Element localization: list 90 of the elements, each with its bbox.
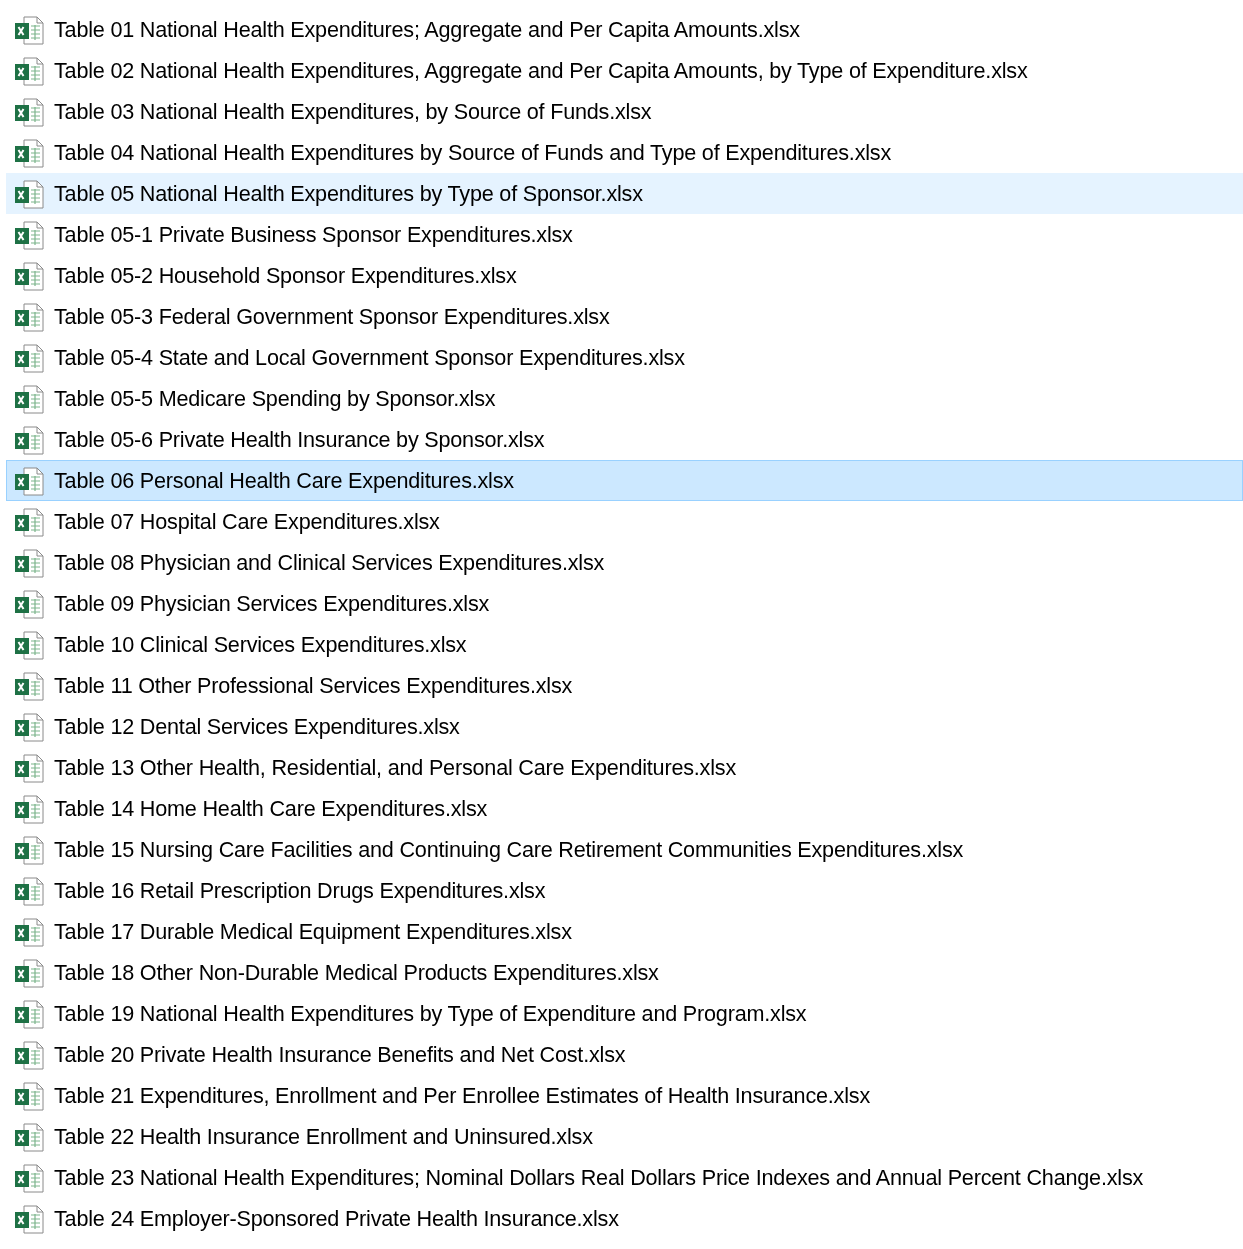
file-name: Table 05-1 Private Business Sponsor Expenditures.xlsx	[54, 221, 573, 248]
spreadsheet-file-icon	[13, 341, 45, 374]
spreadsheet-file-icon	[13, 1161, 45, 1194]
file-name: Table 24 Employer-Sponsored Private Health Insurance.xlsx	[54, 1205, 619, 1232]
file-row[interactable]: Table 05-3 Federal Government Sponsor Expenditures.xlsx	[6, 296, 1243, 337]
spreadsheet-file-icon	[13, 1202, 45, 1235]
spreadsheet-file-icon	[13, 95, 45, 128]
spreadsheet-file-icon	[13, 751, 45, 784]
file-name: Table 19 National Health Expenditures by Type of Expenditure and Program.xlsx	[54, 1000, 807, 1027]
file-row[interactable]: Table 19 National Health Expenditures by Type of Expenditure and Program.xlsx	[6, 993, 1243, 1034]
spreadsheet-file-icon	[13, 505, 45, 538]
file-name: Table 21 Expenditures, Enrollment and Per Enrollee Estimates of Health Insurance.xlsx	[54, 1082, 870, 1109]
file-row[interactable]: Table 22 Health Insurance Enrollment and Uninsured.xlsx	[6, 1116, 1243, 1157]
file-name: Table 05-3 Federal Government Sponsor Expenditures.xlsx	[54, 303, 610, 330]
file-row[interactable]: Table 03 National Health Expenditures, by Source of Funds.xlsx	[6, 91, 1243, 132]
file-row[interactable]: Table 24 Employer-Sponsored Private Health Insurance.xlsx	[6, 1198, 1243, 1239]
spreadsheet-file-icon	[13, 628, 45, 661]
file-row[interactable]: Table 18 Other Non-Durable Medical Products Expenditures.xlsx	[6, 952, 1243, 993]
spreadsheet-file-icon	[13, 669, 45, 702]
spreadsheet-file-icon	[13, 997, 45, 1030]
spreadsheet-file-icon	[13, 300, 45, 333]
file-row[interactable]: Table 09 Physician Services Expenditures.xlsx	[6, 583, 1243, 624]
spreadsheet-file-icon	[13, 833, 45, 866]
file-name: Table 13 Other Health, Residential, and Personal Care Expenditures.xlsx	[54, 754, 736, 781]
spreadsheet-file-icon	[13, 792, 45, 825]
file-row[interactable]: Table 05-2 Household Sponsor Expenditures.xlsx	[6, 255, 1243, 296]
file-name: Table 01 National Health Expenditures; Aggregate and Per Capita Amounts.xlsx	[54, 16, 800, 43]
file-name: Table 12 Dental Services Expenditures.xlsx	[54, 713, 460, 740]
file-name: Table 09 Physician Services Expenditures.xlsx	[54, 590, 490, 617]
spreadsheet-file-icon	[13, 1038, 45, 1071]
file-row[interactable]: Table 05-4 State and Local Government Sponsor Expenditures.xlsx	[6, 337, 1243, 378]
file-row[interactable]: Table 05 National Health Expenditures by Type of Sponsor.xlsx	[6, 173, 1243, 214]
spreadsheet-file-icon	[13, 423, 45, 456]
file-name: Table 07 Hospital Care Expenditures.xlsx	[54, 508, 440, 535]
file-name: Table 16 Retail Prescription Drugs Expenditures.xlsx	[54, 877, 546, 904]
file-row[interactable]: Table 23 National Health Expenditures; Nominal Dollars Real Dollars Price Indexes and Annual Percent Change.xlsx	[6, 1157, 1243, 1198]
spreadsheet-file-icon	[13, 1079, 45, 1112]
file-row[interactable]: Table 20 Private Health Insurance Benefits and Net Cost.xlsx	[6, 1034, 1243, 1075]
file-row[interactable]: Table 12 Dental Services Expenditures.xlsx	[6, 706, 1243, 747]
file-name: Table 06 Personal Health Care Expenditures.xlsx	[54, 467, 514, 494]
spreadsheet-file-icon	[13, 874, 45, 907]
file-row[interactable]: Table 10 Clinical Services Expenditures.xlsx	[6, 624, 1243, 665]
file-row[interactable]: Table 07 Hospital Care Expenditures.xlsx	[6, 501, 1243, 542]
spreadsheet-file-icon	[13, 956, 45, 989]
file-name: Table 14 Home Health Care Expenditures.xlsx	[54, 795, 488, 822]
spreadsheet-file-icon	[13, 54, 45, 87]
file-row[interactable]: Table 17 Durable Medical Equipment Expenditures.xlsx	[6, 911, 1243, 952]
file-row[interactable]: Table 05-1 Private Business Sponsor Expenditures.xlsx	[6, 214, 1243, 255]
file-name: Table 23 National Health Expenditures; Nominal Dollars Real Dollars Price Indexes and Annual Percent Change.xlsx	[54, 1164, 1144, 1191]
spreadsheet-file-icon	[13, 13, 45, 46]
file-row[interactable]: Table 11 Other Professional Services Expenditures.xlsx	[6, 665, 1243, 706]
file-row[interactable]: Table 21 Expenditures, Enrollment and Per Enrollee Estimates of Health Insurance.xlsx	[6, 1075, 1243, 1116]
file-name: Table 05-6 Private Health Insurance by Sponsor.xlsx	[54, 426, 545, 453]
spreadsheet-file-icon	[13, 177, 45, 210]
file-row[interactable]: Table 01 National Health Expenditures; Aggregate and Per Capita Amounts.xlsx	[6, 9, 1243, 50]
spreadsheet-file-icon	[13, 136, 45, 169]
spreadsheet-file-icon	[13, 464, 45, 497]
file-name: Table 15 Nursing Care Facilities and Continuing Care Retirement Communities Expenditures.xlsx	[54, 836, 964, 863]
spreadsheet-file-icon	[13, 546, 45, 579]
spreadsheet-file-icon	[13, 382, 45, 415]
spreadsheet-file-icon	[13, 259, 45, 292]
file-name: Table 11 Other Professional Services Expenditures.xlsx	[54, 672, 573, 699]
file-row[interactable]: Table 05-5 Medicare Spending by Sponsor.xlsx	[6, 378, 1243, 419]
file-name: Table 18 Other Non-Durable Medical Products Expenditures.xlsx	[54, 959, 659, 986]
file-name: Table 20 Private Health Insurance Benefits and Net Cost.xlsx	[54, 1041, 626, 1068]
file-name: Table 05-2 Household Sponsor Expenditures.xlsx	[54, 262, 517, 289]
file-name: Table 08 Physician and Clinical Services Expenditures.xlsx	[54, 549, 605, 576]
file-row[interactable]: Table 14 Home Health Care Expenditures.xlsx	[6, 788, 1243, 829]
file-name: Table 05-5 Medicare Spending by Sponsor.xlsx	[54, 385, 496, 412]
file-name: Table 22 Health Insurance Enrollment and Uninsured.xlsx	[54, 1123, 593, 1150]
spreadsheet-file-icon	[13, 710, 45, 743]
file-name: Table 17 Durable Medical Equipment Expenditures.xlsx	[54, 918, 572, 945]
spreadsheet-file-icon	[13, 1120, 45, 1153]
file-row[interactable]: Table 02 National Health Expenditures, Aggregate and Per Capita Amounts, by Type of Expenditure.xlsx	[6, 50, 1243, 91]
file-name: Table 02 National Health Expenditures, Aggregate and Per Capita Amounts, by Type of Expenditure.xlsx	[54, 57, 1028, 84]
file-name: Table 05-4 State and Local Government Sponsor Expenditures.xlsx	[54, 344, 685, 371]
file-row[interactable]: Table 15 Nursing Care Facilities and Continuing Care Retirement Communities Expenditures.xlsx	[6, 829, 1243, 870]
file-name: Table 04 National Health Expenditures by Source of Funds and Type of Expenditures.xlsx	[54, 139, 892, 166]
spreadsheet-file-icon	[13, 218, 45, 251]
file-row[interactable]: Table 13 Other Health, Residential, and Personal Care Expenditures.xlsx	[6, 747, 1243, 788]
file-row[interactable]: Table 06 Personal Health Care Expenditures.xlsx	[6, 460, 1243, 501]
file-row[interactable]: Table 08 Physician and Clinical Services Expenditures.xlsx	[6, 542, 1243, 583]
file-name: Table 03 National Health Expenditures, by Source of Funds.xlsx	[54, 98, 652, 125]
file-row[interactable]: Table 05-6 Private Health Insurance by Sponsor.xlsx	[6, 419, 1243, 460]
file-name: Table 05 National Health Expenditures by Type of Sponsor.xlsx	[54, 180, 643, 207]
file-row[interactable]: Table 04 National Health Expenditures by Source of Funds and Type of Expenditures.xlsx	[6, 132, 1243, 173]
spreadsheet-file-icon	[13, 587, 45, 620]
file-name: Table 10 Clinical Services Expenditures.xlsx	[54, 631, 467, 658]
file-row[interactable]: Table 16 Retail Prescription Drugs Expenditures.xlsx	[6, 870, 1243, 911]
spreadsheet-file-icon	[13, 915, 45, 948]
